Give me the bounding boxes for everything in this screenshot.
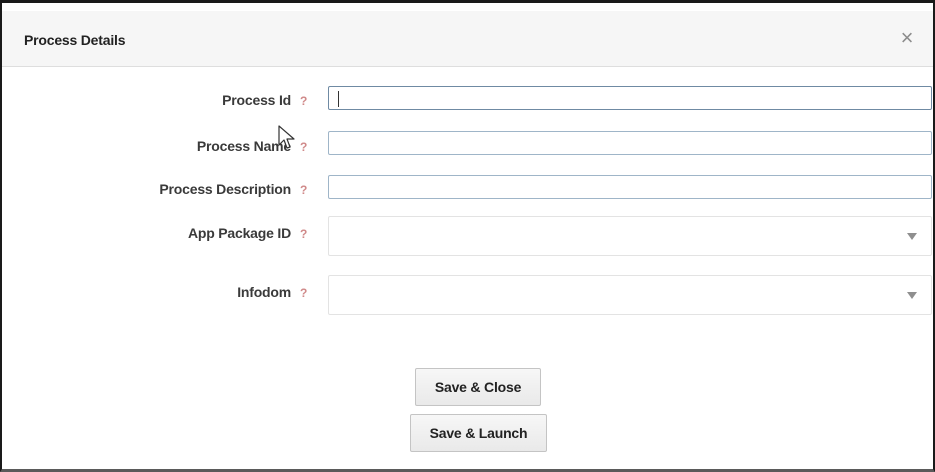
infodom-select[interactable] <box>328 275 932 315</box>
infodom-help-icon[interactable]: ? <box>300 286 307 300</box>
dialog-title: Process Details <box>24 32 126 48</box>
text-caret <box>338 91 339 107</box>
infodom-label: Infodom <box>237 284 291 300</box>
mouse-pointer-icon <box>278 125 295 149</box>
process-details-dialog: Process Details × Process Id ? Process N… <box>0 0 935 472</box>
process-description-help-icon[interactable]: ? <box>300 183 307 197</box>
save-and-launch-button[interactable]: Save & Launch <box>410 414 547 452</box>
chevron-down-icon[interactable] <box>907 292 917 299</box>
chevron-down-icon[interactable] <box>907 233 917 240</box>
process-description-input[interactable] <box>328 175 932 199</box>
process-name-input[interactable] <box>328 131 932 155</box>
process-name-label: Process Name <box>196 138 291 154</box>
app-package-id-select[interactable] <box>328 216 932 256</box>
process-id-input[interactable] <box>328 86 932 110</box>
process-name-help-icon[interactable]: ? <box>300 140 307 154</box>
dialog-header: Process Details × <box>2 11 933 67</box>
app-package-id-help-icon[interactable]: ? <box>300 227 307 241</box>
process-id-label: Process Id <box>222 92 291 108</box>
process-description-label: Process Description <box>159 181 291 197</box>
background-strip <box>2 3 933 11</box>
save-and-close-button[interactable]: Save & Close <box>415 368 541 406</box>
app-package-id-label: App Package ID <box>187 225 291 241</box>
process-id-help-icon[interactable]: ? <box>300 94 307 108</box>
close-icon[interactable]: × <box>897 27 917 49</box>
